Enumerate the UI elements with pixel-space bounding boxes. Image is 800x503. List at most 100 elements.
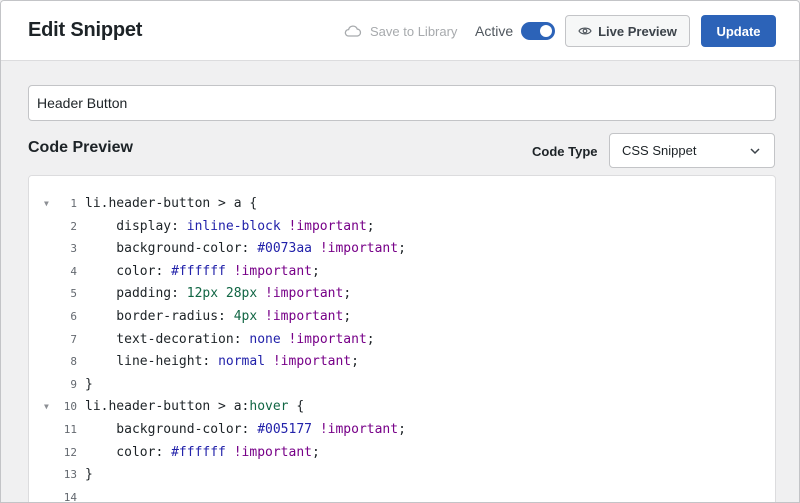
code-token: a bbox=[233, 399, 242, 415]
code-token: ; bbox=[366, 218, 375, 234]
code-token: > bbox=[210, 196, 234, 211]
code-token: #ffffff bbox=[171, 263, 226, 279]
code-token: !important bbox=[288, 331, 367, 347]
code-token: { bbox=[241, 196, 258, 211]
code-token: li.header-button bbox=[85, 196, 211, 211]
toggle-knob bbox=[540, 25, 552, 37]
code-token: !important bbox=[265, 286, 344, 302]
code-type-select[interactable]: CSS Snippet bbox=[609, 133, 775, 168]
code-text: } bbox=[85, 464, 93, 487]
code-token: ; bbox=[312, 263, 320, 279]
code-line: 6 border-radius: 4px !important; bbox=[29, 306, 775, 329]
line-number: 12 bbox=[63, 445, 77, 459]
code-type-label: Code Type bbox=[532, 144, 598, 159]
code-text: border-radius: 4px !important; bbox=[85, 306, 351, 329]
line-number: 6 bbox=[70, 310, 77, 323]
line-number: 1 bbox=[70, 197, 77, 210]
chevron-down-icon bbox=[750, 148, 760, 155]
code-text: background-color: #0073aa !important; bbox=[85, 238, 406, 261]
code-token: ; bbox=[366, 331, 375, 347]
code-token: !important bbox=[233, 263, 312, 279]
code-token: text-decoration: bbox=[85, 331, 250, 347]
code-line: 2 display: inline-block !important; bbox=[29, 216, 775, 239]
code-token: hover bbox=[249, 399, 289, 415]
line-number: 13 bbox=[63, 468, 77, 482]
code-line: 8 line-height: normal !important; bbox=[29, 351, 775, 374]
code-line: 11 background-color: #005177 !important; bbox=[29, 419, 775, 442]
code-token: ; bbox=[343, 286, 352, 302]
code-token: { bbox=[288, 399, 305, 415]
code-token: > bbox=[210, 399, 234, 415]
code-text: color: #ffffff !important; bbox=[85, 261, 320, 284]
code-token: color: bbox=[85, 444, 172, 460]
snippet-title-input[interactable] bbox=[28, 85, 776, 121]
code-token: } bbox=[85, 376, 93, 392]
code-token: 12px 28px bbox=[186, 286, 258, 302]
code-token: li.header-button bbox=[85, 399, 211, 415]
code-line: 3 background-color: #0073aa !important; bbox=[29, 238, 775, 261]
line-number: 11 bbox=[63, 423, 77, 436]
code-token: a bbox=[233, 196, 242, 211]
code-text: background-color: #005177 !important; bbox=[85, 419, 406, 442]
code-line: 7 text-decoration: none !important; bbox=[29, 329, 775, 352]
code-text: line-height: normal !important; bbox=[85, 351, 359, 374]
code-token: ; bbox=[398, 241, 406, 257]
code-line: 13} bbox=[29, 464, 775, 487]
code-token: color: bbox=[85, 263, 172, 279]
code-token: ; bbox=[398, 422, 406, 437]
code-token: #0073aa bbox=[257, 241, 312, 257]
page-title: Edit Snippet bbox=[28, 19, 143, 41]
app-frame: Edit Snippet Save to Library Active Live… bbox=[0, 0, 800, 503]
code-token: display: bbox=[85, 218, 187, 234]
code-token: !important bbox=[272, 354, 352, 370]
code-token: } bbox=[85, 467, 93, 483]
code-text: padding: 12px 28px !important; bbox=[85, 283, 351, 306]
update-button[interactable]: Update bbox=[701, 15, 776, 47]
save-to-library-button[interactable]: Save to Library bbox=[344, 22, 457, 40]
code-token: ; bbox=[312, 444, 320, 460]
code-preview-heading: Code Preview bbox=[28, 139, 133, 156]
active-toggle[interactable] bbox=[521, 22, 555, 40]
line-number: 8 bbox=[70, 355, 77, 369]
code-token: #ffffff bbox=[171, 444, 226, 460]
cloud-icon bbox=[344, 25, 362, 37]
code-token: border-radius: bbox=[85, 309, 234, 324]
top-header: Edit Snippet Save to Library Active Live… bbox=[1, 1, 799, 61]
code-line: 9} bbox=[29, 374, 775, 397]
code-line: ▼ 1 li.header-button > a { bbox=[29, 193, 775, 216]
code-token: !important bbox=[319, 241, 399, 257]
code-text: color: #ffffff !important; bbox=[85, 442, 320, 465]
code-token: ; bbox=[343, 309, 352, 324]
line-number: 14 bbox=[63, 490, 77, 503]
code-line: 14 bbox=[29, 487, 775, 503]
code-token: normal bbox=[218, 354, 266, 370]
line-number: 3 bbox=[70, 242, 77, 256]
code-line: 4 color: #ffffff !important; bbox=[29, 261, 775, 284]
code-token: line-height: bbox=[85, 354, 219, 370]
code-token: #005177 bbox=[257, 422, 312, 437]
code-token: ; bbox=[351, 354, 359, 370]
code-type-value: CSS Snippet bbox=[622, 143, 697, 158]
live-preview-button[interactable]: Live Preview bbox=[565, 15, 690, 47]
eye-icon bbox=[578, 27, 592, 35]
code-editor[interactable]: ▼ 1 li.header-button > a {2 display: inlin… bbox=[28, 175, 776, 503]
code-text: li.header-button > a:hover { bbox=[85, 396, 304, 419]
code-token: background-color: bbox=[85, 422, 258, 437]
code-token: padding: bbox=[85, 286, 187, 302]
code-line: ▼ 10 li.header-button > a:hover { bbox=[29, 396, 775, 419]
line-number: 7 bbox=[70, 332, 77, 346]
save-to-library-label: Save to Library bbox=[370, 23, 458, 39]
line-number: 10 bbox=[63, 400, 77, 414]
line-number: 5 bbox=[70, 287, 77, 301]
code-token: none bbox=[249, 331, 281, 347]
code-text: li.header-button > a { bbox=[85, 193, 257, 216]
line-number: 2 bbox=[70, 219, 77, 233]
code-text: text-decoration: none !important; bbox=[85, 329, 375, 352]
code-token: inline-block bbox=[186, 218, 281, 234]
